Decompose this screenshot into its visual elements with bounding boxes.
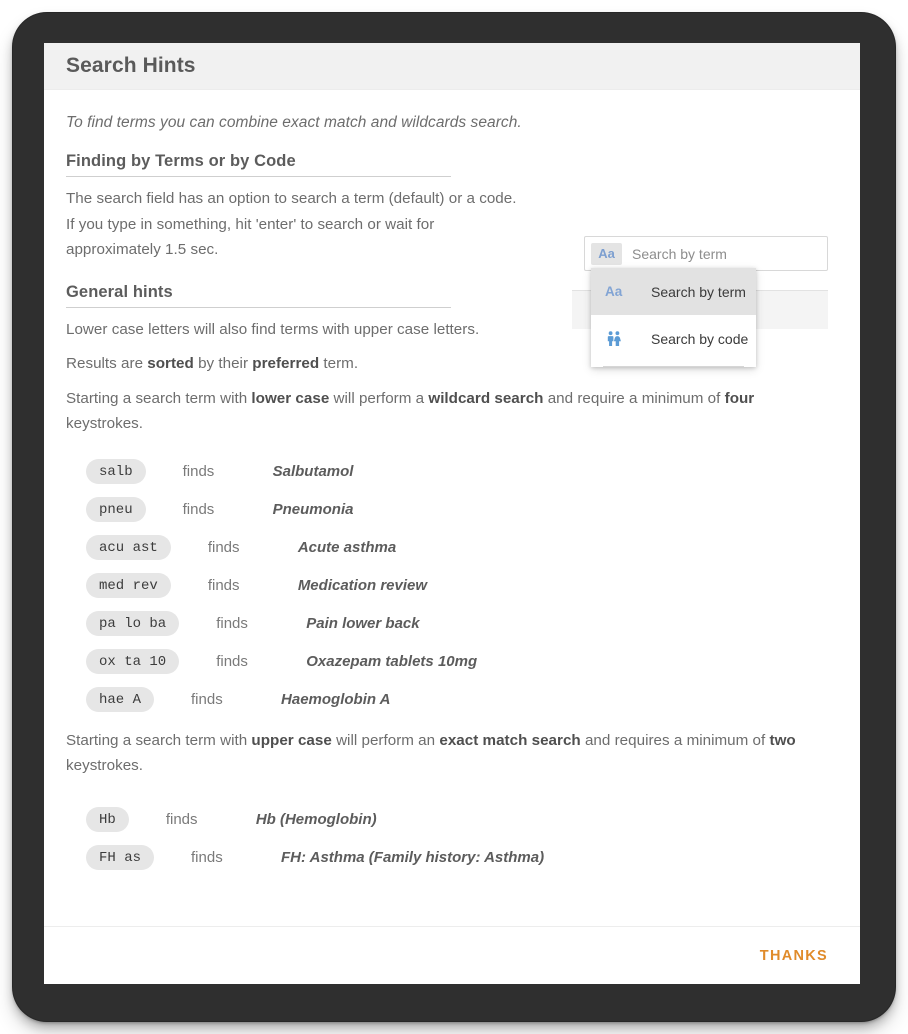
sorted-post: term. bbox=[319, 355, 358, 372]
finds-label: finds bbox=[154, 691, 281, 708]
example-result-term: Oxazepam tablets 10mg bbox=[306, 653, 477, 670]
search-type-menu: Aa Search by term bbox=[591, 268, 756, 367]
device-frame: Search Hints To find terms you can combi… bbox=[13, 13, 895, 1021]
wildcard-bold-search: wildcard search bbox=[428, 390, 543, 407]
finds-label: finds bbox=[154, 849, 281, 866]
list-item: salbfindsSalbutamol bbox=[66, 453, 836, 491]
list-item: hae AfindsHaemoglobin A bbox=[66, 681, 836, 719]
finds-label: finds bbox=[129, 811, 256, 828]
example-query-chip: hae A bbox=[86, 687, 154, 712]
wildcard-note: Starting a search term with lower case w… bbox=[66, 386, 831, 437]
search-input-placeholder: Search by term bbox=[632, 246, 727, 262]
menu-item-term-label: Search by term bbox=[651, 284, 746, 300]
example-result-term: Acute asthma bbox=[298, 539, 396, 556]
exact-bold-search: exact match search bbox=[439, 732, 580, 749]
sorted-mid: by their bbox=[194, 355, 252, 372]
finding-line-3: approximately 1.5 sec. bbox=[66, 241, 218, 258]
section-heading-finding: Finding by Terms or by Code bbox=[66, 152, 451, 177]
finding-line-1: The search field has an option to search… bbox=[66, 190, 516, 207]
exact-note: Starting a search term with upper case w… bbox=[66, 728, 831, 779]
people-icon bbox=[605, 330, 631, 348]
finds-label: finds bbox=[171, 539, 298, 556]
wildcard-bold-four: four bbox=[725, 390, 755, 407]
example-query-chip: acu ast bbox=[86, 535, 171, 560]
sorted-bold: sorted bbox=[147, 355, 194, 372]
example-query-chip: med rev bbox=[86, 573, 171, 598]
list-item: ox ta 10findsOxazepam tablets 10mg bbox=[66, 643, 836, 681]
example-query-chip: Hb bbox=[86, 807, 129, 832]
example-result-term: Haemoglobin A bbox=[281, 691, 390, 708]
list-item: pa lo bafindsPain lower back bbox=[66, 605, 836, 643]
example-query-chip: salb bbox=[86, 459, 146, 484]
example-query-chip: ox ta 10 bbox=[86, 649, 179, 674]
example-query-chip: FH as bbox=[86, 845, 154, 870]
example-query-chip: pa lo ba bbox=[86, 611, 179, 636]
example-query-chip: pneu bbox=[86, 497, 146, 522]
list-item: pneufindsPneumonia bbox=[66, 491, 836, 529]
finds-label: finds bbox=[179, 653, 306, 670]
wildcard-mid-1: will perform a bbox=[329, 390, 428, 407]
sorted-pre: Results are bbox=[66, 355, 147, 372]
exact-mid-2: and requires a minimum of bbox=[581, 732, 770, 749]
finds-label: finds bbox=[179, 615, 306, 632]
preferred-bold: preferred bbox=[252, 355, 319, 372]
example-result-term: Salbutamol bbox=[273, 463, 354, 480]
search-input-row[interactable]: Aa Search by term bbox=[584, 236, 828, 271]
wildcard-pre: Starting a search term with bbox=[66, 390, 251, 407]
menu-item-search-by-code[interactable]: Search by code bbox=[591, 315, 756, 362]
intro-text: To find terms you can combine exact matc… bbox=[66, 114, 836, 132]
exact-mid-1: will perform an bbox=[332, 732, 440, 749]
wildcard-mid-2: and require a minimum of bbox=[543, 390, 724, 407]
finding-line-2: If you type in something, hit 'enter' to… bbox=[66, 216, 434, 233]
exact-bold-upper-case: upper case bbox=[251, 732, 331, 749]
exact-bold-two: two bbox=[770, 732, 796, 749]
example-result-term: Pneumonia bbox=[273, 501, 354, 518]
finding-paragraph: The search field has an option to search… bbox=[66, 186, 571, 263]
list-item: FH asfindsFH: Asthma (Family history: As… bbox=[66, 839, 836, 877]
exact-post: keystrokes. bbox=[66, 757, 143, 774]
wildcard-example-list: salbfindsSalbutamolpneufindsPneumoniaacu… bbox=[66, 453, 836, 719]
search-type-screenshot: Aa Search by term Aa Search by term bbox=[572, 236, 828, 388]
list-item: med revfindsMedication review bbox=[66, 567, 836, 605]
aa-glyph: Aa bbox=[605, 284, 622, 299]
dialog-footer: THANKS bbox=[44, 926, 860, 984]
section-heading-general: General hints bbox=[66, 283, 451, 308]
example-result-term: Pain lower back bbox=[306, 615, 419, 632]
finds-label: finds bbox=[146, 501, 273, 518]
search-hints-dialog: Search Hints To find terms you can combi… bbox=[44, 43, 860, 984]
device-screen: Search Hints To find terms you can combi… bbox=[44, 43, 860, 984]
search-mode-aa-icon[interactable]: Aa bbox=[591, 243, 622, 265]
menu-item-search-by-term[interactable]: Aa Search by term bbox=[591, 268, 756, 315]
list-item: HbfindsHb (Hemoglobin) bbox=[66, 801, 836, 839]
exact-example-list: HbfindsHb (Hemoglobin)FH asfindsFH: Asth… bbox=[66, 801, 836, 877]
finds-label: finds bbox=[146, 463, 273, 480]
thanks-button[interactable]: THANKS bbox=[750, 940, 838, 972]
wildcard-post: keystrokes. bbox=[66, 415, 143, 432]
example-result-term: Medication review bbox=[298, 577, 427, 594]
aa-text-icon: Aa bbox=[605, 284, 631, 299]
page-title: Search Hints bbox=[66, 54, 196, 78]
menu-item-code-label: Search by code bbox=[651, 331, 748, 347]
dialog-body: To find terms you can combine exact matc… bbox=[44, 90, 860, 926]
finds-label: finds bbox=[171, 577, 298, 594]
wildcard-bold-lower-case: lower case bbox=[251, 390, 329, 407]
list-item: acu astfindsAcute asthma bbox=[66, 529, 836, 567]
example-result-term: FH: Asthma (Family history: Asthma) bbox=[281, 849, 544, 866]
exact-pre: Starting a search term with bbox=[66, 732, 251, 749]
menu-divider bbox=[603, 366, 744, 367]
dialog-header: Search Hints bbox=[44, 43, 860, 90]
example-result-term: Hb (Hemoglobin) bbox=[256, 811, 377, 828]
